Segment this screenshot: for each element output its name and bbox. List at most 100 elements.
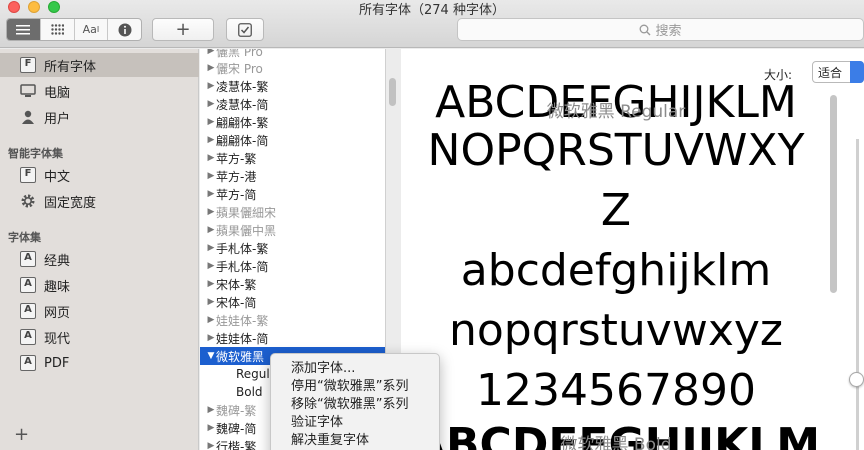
disclosure-triangle-icon[interactable]: ▶ bbox=[200, 117, 216, 127]
font-family-row[interactable]: ▶ 苹方-繁 bbox=[200, 149, 385, 167]
font-family-row[interactable]: ▶ 儷宋 Pro bbox=[200, 59, 385, 77]
preview-line: abcdefghijklm bbox=[460, 245, 772, 296]
disclosure-triangle-icon[interactable]: ▶ bbox=[200, 315, 216, 325]
grid-view-button[interactable] bbox=[41, 19, 75, 40]
menu-item-remove-family[interactable]: 移除“微软雅黑”系列 bbox=[271, 396, 439, 414]
search-placeholder: 搜索 bbox=[655, 24, 682, 39]
grid-view-icon bbox=[50, 24, 64, 35]
disclosure-triangle-icon[interactable]: ▶ bbox=[200, 225, 216, 235]
add-font-button[interactable]: + bbox=[152, 18, 214, 41]
disclosure-triangle-icon[interactable]: ▶ bbox=[200, 243, 216, 253]
font-collection-icon: A bbox=[20, 329, 36, 345]
font-family-row[interactable]: ▶ 苹方-港 bbox=[200, 167, 385, 185]
disclosure-triangle-icon[interactable]: ▶ bbox=[200, 81, 216, 91]
font-preview-pane: ABCDEFGHIJKLM 微软雅黑 Regular NOPQRSTUVWXY … bbox=[401, 49, 864, 450]
sidebar-item-chinese[interactable]: F 中文 bbox=[0, 163, 199, 187]
add-collection-button[interactable]: + bbox=[14, 424, 29, 445]
smart-collections-heading: 智能字体集 bbox=[8, 147, 63, 160]
sidebar-item-label: 中文 bbox=[44, 169, 71, 185]
disclosure-triangle-icon[interactable]: ▶ bbox=[200, 171, 216, 181]
font-box-icon: F bbox=[20, 167, 36, 183]
menu-item-validate-font[interactable]: 验证字体 bbox=[271, 414, 439, 432]
sidebar-item-label: 所有字体 bbox=[44, 59, 97, 75]
disclosure-triangle-icon[interactable]: ▶ bbox=[200, 189, 216, 199]
preview-line: Z bbox=[600, 185, 632, 236]
font-family-row[interactable]: ▶ 凌慧体-简 bbox=[200, 95, 385, 113]
preview-line: NOPQRSTUVWXY bbox=[427, 125, 805, 176]
sidebar-item-fun[interactable]: A 趣味 bbox=[0, 273, 199, 297]
view-mode-segmented-control[interactable]: Aa I bbox=[6, 18, 142, 41]
search-field[interactable]: 搜索 bbox=[457, 18, 864, 41]
disclosure-triangle-icon[interactable]: ▶ bbox=[200, 99, 216, 109]
user-icon bbox=[22, 110, 34, 124]
font-collection-icon: A bbox=[20, 277, 36, 293]
font-family-row[interactable]: ▶ 苹方-简 bbox=[200, 185, 385, 203]
sidebar-item-label: 固定宽度 bbox=[44, 195, 97, 211]
disclosure-triangle-icon[interactable]: ▶ bbox=[200, 405, 216, 415]
collections-heading: 字体集 bbox=[8, 231, 41, 244]
font-collection-icon: A bbox=[20, 355, 36, 371]
plus-icon: + bbox=[175, 19, 191, 40]
font-family-row[interactable]: ▶ 蘋果儷中黑 bbox=[200, 221, 385, 239]
font-box-icon: F bbox=[20, 57, 36, 73]
sidebar-item-label: 现代 bbox=[44, 331, 71, 347]
sidebar-item-user[interactable]: 用户 bbox=[0, 105, 199, 129]
font-family-row[interactable]: ▶ 手札体-简 bbox=[200, 257, 385, 275]
sidebar-item-label: 用户 bbox=[44, 111, 71, 127]
sidebar-item-fixed-width[interactable]: 固定宽度 bbox=[0, 189, 199, 213]
font-family-row[interactable]: ▶ 蘋果儷細宋 bbox=[200, 203, 385, 221]
disclosure-triangle-icon[interactable]: ▶ bbox=[200, 135, 216, 145]
sidebar-item-computer[interactable]: 电脑 bbox=[0, 79, 199, 103]
preview-line: 1234567890 bbox=[476, 365, 756, 416]
menu-item-add-fonts[interactable]: 添加字体... bbox=[271, 360, 439, 378]
font-family-row[interactable]: ▶ 娃娃体-繁 bbox=[200, 311, 385, 329]
size-slider-knob[interactable] bbox=[849, 372, 864, 387]
size-slider-track[interactable] bbox=[856, 139, 859, 450]
disclosure-triangle-icon[interactable]: ▶ bbox=[200, 423, 216, 433]
disclosure-triangle-icon[interactable]: ▶ bbox=[200, 441, 216, 450]
preview-line: nopqrstuvwxyz bbox=[448, 305, 784, 356]
font-collection-icon: A bbox=[20, 303, 36, 319]
menu-item-disable-family[interactable]: 停用“微软雅黑”系列 bbox=[271, 378, 439, 396]
checkbox-icon bbox=[238, 22, 252, 37]
size-select[interactable]: 适合 bbox=[812, 61, 864, 83]
disclosure-triangle-icon[interactable]: ▶ bbox=[200, 261, 216, 271]
font-list-scrollbar[interactable] bbox=[389, 78, 396, 106]
disclosure-triangle-icon[interactable]: ▶ bbox=[200, 207, 216, 217]
font-family-row[interactable]: ▶ 凌慧体-繁 bbox=[200, 77, 385, 95]
font-family-row[interactable]: ▶ 翩翩体-简 bbox=[200, 131, 385, 149]
menu-item-resolve-duplicates[interactable]: 解决重复字体 bbox=[271, 432, 439, 450]
sidebar-item-pdf[interactable]: A PDF bbox=[0, 351, 199, 375]
font-collection-icon: A bbox=[20, 251, 36, 267]
disclosure-triangle-expanded-icon[interactable]: ▼ bbox=[200, 351, 216, 361]
sidebar-item-label: 趣味 bbox=[44, 279, 71, 295]
disclosure-triangle-icon[interactable]: ▶ bbox=[200, 333, 216, 343]
size-label: 大小: bbox=[764, 68, 793, 82]
disclosure-triangle-icon[interactable]: ▶ bbox=[200, 297, 216, 307]
computer-icon bbox=[20, 84, 36, 97]
list-view-button[interactable] bbox=[7, 19, 41, 40]
disclosure-triangle-icon[interactable]: ▶ bbox=[200, 63, 216, 73]
font-family-row[interactable]: ▶ 翩翩体-繁 bbox=[200, 113, 385, 131]
sidebar-item-web[interactable]: A 网页 bbox=[0, 299, 199, 323]
disclosure-triangle-icon[interactable]: ▶ bbox=[200, 153, 216, 163]
sidebar-item-classic[interactable]: A 经典 bbox=[0, 247, 199, 271]
sidebar-item-modern[interactable]: A 现代 bbox=[0, 325, 199, 349]
context-menu: 添加字体... 停用“微软雅黑”系列 移除“微软雅黑”系列 验证字体 解决重复字… bbox=[270, 353, 440, 450]
sample-view-button[interactable]: Aa I bbox=[75, 19, 109, 40]
sample-view-icon: Aa bbox=[82, 23, 97, 36]
validate-button[interactable] bbox=[226, 18, 264, 41]
font-family-row[interactable]: ▶ 宋体-繁 bbox=[200, 275, 385, 293]
font-family-row[interactable]: ▶ 娃娃体-简 bbox=[200, 329, 385, 347]
preview-scrollbar[interactable] bbox=[830, 95, 837, 293]
font-family-row[interactable]: ▶ 手札体-繁 bbox=[200, 239, 385, 257]
list-view-icon bbox=[16, 24, 31, 34]
font-family-row[interactable]: ▶ 宋体-简 bbox=[200, 293, 385, 311]
sidebar-item-all-fonts[interactable]: F 所有字体 bbox=[0, 53, 199, 77]
info-icon bbox=[118, 23, 132, 36]
chevron-updown-icon bbox=[850, 61, 864, 83]
info-button[interactable] bbox=[108, 19, 141, 40]
sidebar-item-label: 电脑 bbox=[44, 85, 71, 101]
disclosure-triangle-icon[interactable]: ▶ bbox=[200, 279, 216, 289]
disclosure-triangle-icon[interactable]: ▶ bbox=[200, 49, 216, 56]
